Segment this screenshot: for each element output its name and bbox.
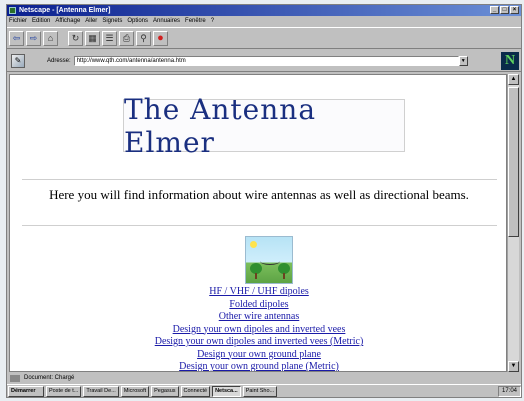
sun-icon (250, 241, 257, 248)
status-bar: Document: Chargé (7, 373, 521, 383)
vertical-scrollbar[interactable]: ▲ ▼ (507, 74, 519, 372)
link-other-wire-antennas[interactable]: Other wire antennas (10, 311, 506, 324)
task-button[interactable]: Connecté (180, 385, 211, 397)
antenna-links-list: HF / VHF / UHF dipoles Folded dipoles Ot… (10, 286, 506, 371)
task-button[interactable]: Pegasus (151, 385, 179, 397)
link-hf-vhf-uhf-dipoles[interactable]: HF / VHF / UHF dipoles (10, 286, 506, 299)
netscape-app-icon (9, 7, 16, 14)
link-design-ground-plane-metric[interactable]: Design your own ground plane (Metric) (10, 361, 506, 371)
tree-icon (250, 263, 262, 279)
menu-bar: Fichier Edition Affichage Aller Signets … (7, 16, 521, 26)
menu-options[interactable]: Options (127, 16, 148, 26)
home-icon: ⌂ (47, 32, 54, 43)
home-button[interactable]: ⌂ (43, 30, 58, 46)
menu-fenetre[interactable]: Fenêtre (185, 16, 206, 26)
browser-window: Netscape - [Antenna Elmer] _ □ × Fichier… (6, 4, 522, 398)
stop-button[interactable]: ● (153, 30, 168, 46)
address-label: Adresse: (47, 57, 71, 64)
chevron-down-icon: ▼ (460, 57, 466, 64)
intro-text: Here you will find information about wir… (49, 187, 469, 202)
wire-antenna-icon (260, 257, 280, 265)
scroll-up-button[interactable]: ▲ (508, 74, 519, 85)
print-icon: ⎙ (122, 32, 131, 43)
divider (22, 179, 497, 180)
scroll-down-button[interactable]: ▼ (508, 361, 519, 372)
task-button[interactable]: Paint Sho... (242, 385, 278, 397)
task-button[interactable]: Travail De... (83, 385, 119, 397)
close-button[interactable]: × (510, 6, 519, 14)
window-title: Netscape - [Antenna Elmer] (19, 7, 111, 14)
window-controls: _ □ × (490, 6, 519, 14)
open-button[interactable]: ☰ (102, 30, 117, 46)
scroll-thumb[interactable] (508, 87, 519, 237)
title-bar: Netscape - [Antenna Elmer] _ □ × (7, 5, 521, 16)
address-dropdown-button[interactable]: ▼ (458, 55, 468, 66)
task-button[interactable]: Microsoft (120, 385, 150, 397)
link-folded-dipoles[interactable]: Folded dipoles (10, 299, 506, 312)
start-button[interactable]: Démarrer (8, 385, 44, 397)
taskbar: Démarrer Poste de t... Travail De... Mic… (7, 384, 521, 397)
task-button-active[interactable]: Netsca... (212, 385, 241, 397)
task-button[interactable]: Poste de t... (46, 385, 82, 397)
reload-button[interactable]: ↻ (68, 30, 83, 46)
menu-edition[interactable]: Edition (32, 16, 50, 26)
stop-icon: ● (157, 31, 164, 44)
link-design-dipoles-metric[interactable]: Design your own dipoles and inverted vee… (10, 336, 506, 349)
page-content: The Antenna Elmer Here you will find inf… (9, 74, 507, 372)
status-text: Document: Chargé (24, 375, 75, 381)
maximize-button[interactable]: □ (500, 6, 509, 14)
menu-affichage[interactable]: Affichage (55, 16, 80, 26)
minimize-button[interactable]: _ (490, 6, 499, 14)
system-tray-clock: 17:04 (497, 385, 521, 397)
reload-icon: ↻ (71, 32, 80, 43)
bookmark-icon[interactable]: ✎ (11, 53, 25, 68)
divider (22, 225, 497, 226)
menu-aller[interactable]: Aller (85, 16, 97, 26)
tree-icon (278, 263, 290, 279)
navigation-toolbar: ⇦ ⇨ ⌂ ↻ ▦ ☰ ⎙ ⚲ ● (7, 27, 521, 49)
address-bar: ✎ Adresse: http://www.qth.com/antenna/an… (7, 50, 521, 72)
menu-annuaires[interactable]: Annuaires (153, 16, 180, 26)
find-button[interactable]: ⚲ (136, 30, 151, 46)
back-arrow-icon: ⇦ (12, 32, 21, 43)
back-button[interactable]: ⇦ (9, 30, 24, 46)
page-title-banner: The Antenna Elmer (123, 93, 405, 159)
images-button[interactable]: ▦ (85, 30, 100, 46)
antenna-illustration (245, 236, 293, 284)
address-input[interactable]: http://www.qth.com/antenna/antenna.htm (73, 55, 459, 66)
open-icon: ☰ (105, 32, 114, 43)
menu-signets[interactable]: Signets (102, 16, 122, 26)
images-icon: ▦ (88, 32, 97, 43)
page-title: The Antenna Elmer (124, 92, 317, 159)
link-design-ground-plane[interactable]: Design your own ground plane (10, 349, 506, 362)
security-key-icon (10, 374, 20, 382)
print-button[interactable]: ⎙ (119, 30, 134, 46)
find-icon: ⚲ (140, 32, 147, 43)
forward-arrow-icon: ⇨ (29, 32, 38, 43)
menu-help[interactable]: ? (211, 16, 214, 26)
forward-button[interactable]: ⇨ (26, 30, 41, 46)
menu-fichier[interactable]: Fichier (9, 16, 27, 26)
link-design-dipoles[interactable]: Design your own dipoles and inverted vee… (10, 324, 506, 337)
netscape-logo-icon: N (501, 52, 519, 70)
